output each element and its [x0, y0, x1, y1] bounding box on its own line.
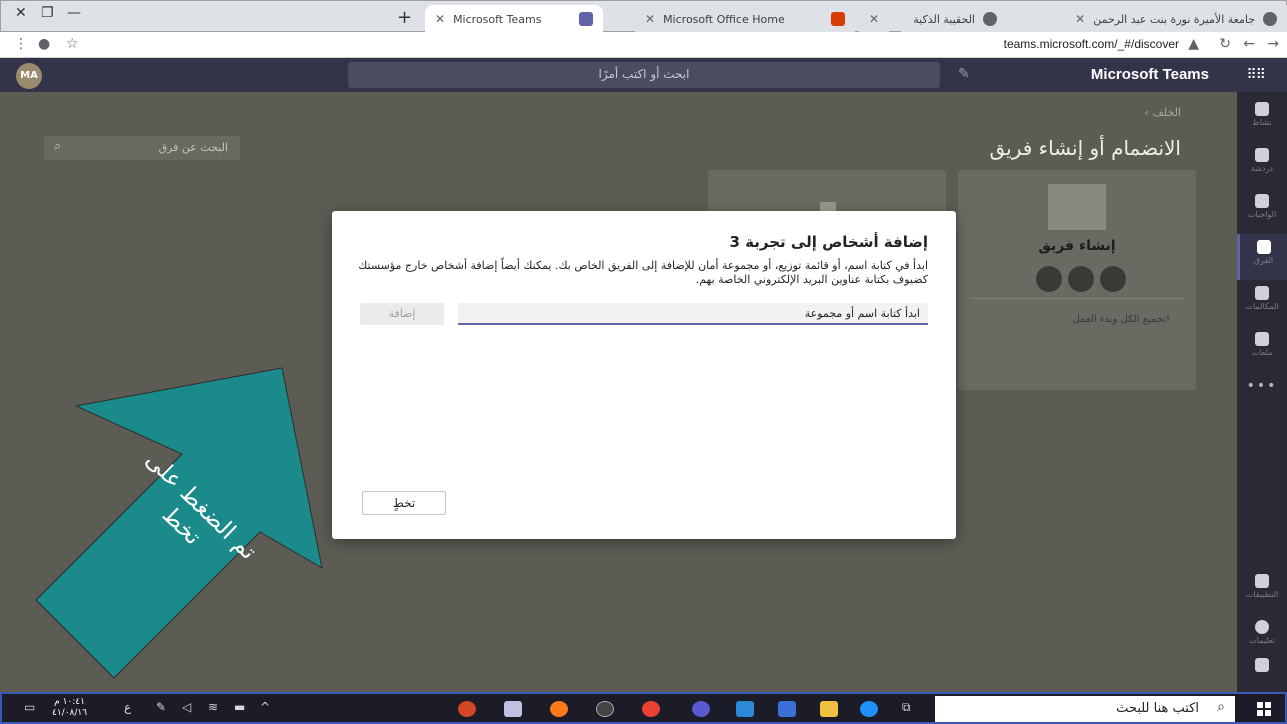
minimize-window-icon[interactable]: — — [67, 5, 81, 21]
dialog-description: ابدأ في كتابة اسم، أو قائمة توزيع، أو مج… — [358, 259, 928, 286]
language-indicator[interactable]: ع — [124, 700, 131, 714]
profile-icon[interactable]: ● — [38, 36, 50, 52]
wifi-icon[interactable]: ≋ — [208, 700, 218, 714]
file-explorer-icon[interactable] — [820, 701, 838, 717]
add-button[interactable]: إضافة — [360, 303, 444, 325]
language-icon[interactable] — [692, 701, 710, 717]
tab-microsoft-teams[interactable]: ✕ Microsoft Teams — [425, 5, 603, 33]
pen-icon[interactable]: ✎ — [156, 700, 166, 714]
mail-icon[interactable] — [736, 701, 754, 717]
close-tab-icon[interactable]: ✕ — [645, 12, 655, 26]
office-favicon-icon — [831, 12, 845, 26]
create-team-illustration — [1048, 184, 1106, 230]
battery-icon[interactable]: ▬ — [234, 700, 245, 714]
close-tab-icon[interactable]: ✕ — [869, 12, 879, 26]
bell-icon — [1255, 102, 1269, 116]
back-link[interactable]: ‹ الخلف — [1145, 106, 1181, 119]
search-icon: ⌕ — [54, 139, 62, 154]
tab-close-extra[interactable]: ✕ — [859, 5, 889, 33]
back-arrow-icon[interactable]: ← — [1243, 36, 1255, 52]
add-people-dialog: إضافة أشخاص إلى تجربة 3 ابدأ في كتابة اس… — [332, 211, 956, 539]
search-input[interactable]: ابحث أو اكتب أمرًا — [348, 62, 940, 88]
teams-icon — [1256, 240, 1271, 254]
powerpoint-icon[interactable] — [458, 701, 476, 717]
page-title: الانضمام أو إنشاء فريق — [989, 136, 1181, 160]
tab-university[interactable]: جامعة الأميرة نورة بنت عبد الرحمن ✕ — [1007, 5, 1287, 33]
assignments-icon — [1255, 194, 1269, 208]
browser-tab-bar: ✕ ❐ — + ✕ Microsoft Teams ✕ Microsoft Of… — [0, 0, 1287, 33]
tab-smart-bag[interactable]: الحقيبة الذكية — [901, 5, 1007, 33]
rail-item-assignments[interactable]: الواجبات — [1237, 188, 1287, 234]
restore-window-icon[interactable]: ❐ — [41, 5, 54, 21]
rail-item-activity[interactable]: نشاط — [1237, 96, 1287, 142]
close-tab-icon[interactable]: ✕ — [435, 12, 445, 26]
dialog-title: إضافة أشخاص إلى تجربة 3 — [729, 233, 928, 251]
edge-icon[interactable] — [860, 701, 878, 717]
globe-icon — [1263, 12, 1277, 26]
create-team-card[interactable]: إنشاء فريق تجميع الكل وبدء العمل! — [958, 170, 1196, 390]
compose-icon[interactable]: ✎ — [958, 66, 970, 82]
search-icon: ⌕ — [1217, 699, 1225, 715]
url-text[interactable]: teams.microsoft.com/_#/discover — [1004, 37, 1179, 51]
file-icon — [1255, 332, 1269, 346]
menu-dots-icon[interactable]: ⋮ — [14, 36, 28, 52]
rail-item-apps[interactable]: التطبيقات — [1237, 568, 1287, 614]
new-tab-button[interactable]: + — [397, 7, 412, 28]
apps-icon — [1255, 574, 1269, 588]
team-search-input[interactable]: ⌕ البحث عن فرق — [44, 136, 240, 160]
chrome-icon[interactable] — [642, 701, 660, 717]
create-team-title: إنشاء فريق — [1038, 238, 1116, 254]
chat-icon — [1255, 148, 1269, 162]
phone-icon — [1255, 286, 1269, 300]
close-window-icon[interactable]: ✕ — [15, 5, 27, 21]
store-icon[interactable] — [778, 701, 796, 717]
avatar[interactable]: MA — [16, 63, 42, 89]
tab-office-home[interactable]: ✕ Microsoft Office Home — [635, 5, 855, 33]
app-launcher-icon[interactable]: ⠿⠿ — [1246, 67, 1265, 83]
windows-start-icon[interactable] — [1257, 702, 1271, 716]
task-view-icon[interactable]: ⧉ — [902, 700, 911, 715]
people-search-input[interactable]: ابدأ كتابة اسم أو مجموعة — [458, 303, 928, 325]
taskbar: اكتب هنا للبحث ⌕ ⧉ ^ ▬ ≋ ◁ ✎ ع ١٠:٤١ م ٤… — [0, 692, 1287, 724]
chevron-up-icon[interactable]: ^ — [260, 700, 270, 714]
teams-favicon-icon — [579, 12, 593, 26]
app-icon[interactable] — [504, 701, 522, 717]
lock-icon: ▲ — [1188, 36, 1199, 52]
notifications-icon[interactable]: ▭ — [24, 700, 35, 714]
taskbar-search-input[interactable]: اكتب هنا للبحث ⌕ — [935, 696, 1235, 722]
firefox-icon[interactable] — [550, 701, 568, 717]
rail-item-chat[interactable]: دردشة — [1237, 142, 1287, 188]
rail-item-teams[interactable]: الفرق — [1237, 234, 1287, 280]
forward-arrow-icon[interactable]: → — [1267, 36, 1279, 52]
app-title: Microsoft Teams — [1090, 66, 1209, 83]
volume-icon[interactable]: ◁ — [182, 700, 191, 714]
help-icon — [1255, 620, 1269, 634]
camera-icon[interactable] — [596, 701, 614, 717]
create-team-footer: تجميع الكل وبدء العمل! — [1072, 314, 1170, 325]
skip-button[interactable]: تخطٍ — [362, 491, 446, 515]
download-icon — [1255, 658, 1269, 672]
rail-item-calls[interactable]: المكالمات — [1237, 280, 1287, 326]
member-avatars — [1036, 266, 1126, 292]
rail-item-files[interactable]: ملفات — [1237, 326, 1287, 372]
globe-icon — [983, 12, 997, 26]
clock[interactable]: ١٠:٤١ م ٤١/٠٨/١٦ — [52, 697, 87, 719]
bookmark-star-icon[interactable]: ☆ — [66, 36, 79, 52]
more-apps-icon[interactable]: ••• — [1237, 378, 1287, 394]
divider — [970, 298, 1184, 299]
close-tab-icon[interactable]: ✕ — [1075, 12, 1085, 26]
app-rail: نشاط دردشة الواجبات الفرق المكالمات ملفا… — [1237, 92, 1287, 692]
reload-icon[interactable]: ↻ — [1219, 36, 1231, 52]
address-bar: ⋮ ● ☆ teams.microsoft.com/_#/discover ▲ … — [0, 32, 1287, 58]
